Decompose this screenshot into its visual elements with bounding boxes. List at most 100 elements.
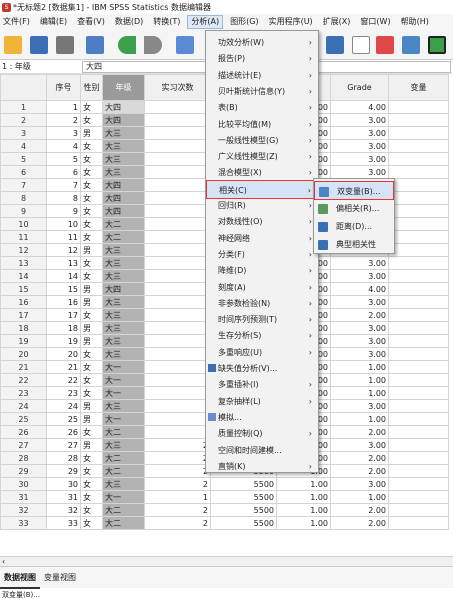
cell-gender[interactable]: 男 [80,321,103,335]
redo-icon[interactable] [144,36,162,54]
row-number[interactable]: 19 [0,334,47,348]
cell-grade-level[interactable]: 大一 [102,412,145,426]
cell-gender[interactable]: 女 [80,516,103,530]
cell-grade[interactable]: 3.00 [330,126,389,140]
cell-internships[interactable] [144,308,211,322]
cell-var[interactable] [388,243,449,257]
cell-grade[interactable]: 3.00 [330,438,389,452]
row-number[interactable]: 17 [0,308,47,322]
column-header-internships[interactable]: 实习次数 [144,74,211,101]
cell-id[interactable]: 32 [46,503,81,517]
row-number[interactable]: 10 [0,217,47,231]
dialog-recall-icon[interactable] [86,36,104,54]
cell-internships[interactable] [144,282,211,296]
cell-grade-level[interactable]: 大三 [102,477,145,491]
cell-var[interactable] [388,503,449,517]
print-icon[interactable] [56,36,74,54]
cell-gender[interactable]: 女 [80,139,103,153]
cell-var[interactable] [388,204,449,218]
cell-id[interactable]: 17 [46,308,81,322]
cell-var[interactable] [388,113,449,127]
cell-var[interactable] [388,100,449,114]
cell-hidden[interactable]: 5500 [210,490,277,504]
row-number[interactable]: 21 [0,360,47,374]
menu-edit[interactable]: 编辑(E) [37,15,70,29]
cell-grade-level[interactable]: 大三 [102,165,145,179]
cell-id[interactable]: 30 [46,477,81,491]
cell-internships[interactable] [144,243,211,257]
row-number[interactable]: 29 [0,464,47,478]
cell-internships[interactable] [144,100,211,114]
cell-grade-level[interactable]: 大三 [102,256,145,270]
cell-grade-level[interactable]: 大二 [102,217,145,231]
cell-id[interactable]: 9 [46,204,81,218]
cell-var[interactable] [388,516,449,530]
cell-grade[interactable]: 4.00 [330,282,389,296]
cell-hidden[interactable]: 5500 [210,516,277,530]
tab-variable-view[interactable]: 变量视图 [40,567,80,589]
cell-gender[interactable]: 女 [80,464,103,478]
row-number[interactable]: 4 [0,139,47,153]
cell-grade[interactable]: 3.00 [330,152,389,166]
cell-gender[interactable]: 男 [80,399,103,413]
cell-var[interactable] [388,139,449,153]
menu-help[interactable]: 帮助(H) [398,15,432,29]
cell-grade-level[interactable]: 大三 [102,347,145,361]
cell-grade-level[interactable]: 大三 [102,334,145,348]
cell-gender[interactable]: 女 [80,347,103,361]
correlate-menu-item[interactable]: 典型相关性 [314,235,394,254]
row-number[interactable]: 8 [0,191,47,205]
menu-data[interactable]: 数据(D) [112,15,146,29]
cell-grade-level[interactable]: 大四 [102,191,145,205]
row-number[interactable]: 1 [0,100,47,114]
cell-grade[interactable]: 3.00 [330,269,389,283]
cell-internships[interactable] [144,152,211,166]
cell-grade-level[interactable]: 大四 [102,282,145,296]
horizontal-scrollbar[interactable]: ‹ [0,556,453,566]
scroll-left-icon[interactable]: ‹ [2,557,5,566]
column-header-grade[interactable]: Grade [330,74,389,101]
menu-view[interactable]: 查看(V) [74,15,108,29]
cell-grade[interactable]: 2.00 [330,464,389,478]
cell-var[interactable] [388,438,449,452]
row-number[interactable]: 7 [0,178,47,192]
cell-id[interactable]: 13 [46,256,81,270]
cell-grade[interactable]: 2.00 [330,516,389,530]
cell-gender[interactable]: 女 [80,308,103,322]
cell-gender[interactable]: 女 [80,490,103,504]
use-variable-sets-icon[interactable] [428,36,446,54]
cell-grade-level[interactable]: 大一 [102,360,145,374]
cell-var[interactable] [388,178,449,192]
row-number[interactable]: 31 [0,490,47,504]
menu-utilities[interactable]: 实用程序(U) [266,15,316,29]
cell-internships[interactable] [144,191,211,205]
row-number[interactable]: 23 [0,386,47,400]
cell-grade[interactable]: 1.00 [330,412,389,426]
cell-var[interactable] [388,230,449,244]
cell-var[interactable] [388,399,449,413]
cell-grade[interactable]: 1.00 [330,386,389,400]
cell-gender[interactable]: 女 [80,165,103,179]
cell-grade[interactable]: 3.00 [330,399,389,413]
open-folder-icon[interactable] [4,36,22,54]
cell-grade-level[interactable]: 大三 [102,399,145,413]
cell-internships[interactable]: 2 [144,516,211,530]
cell-grade-level[interactable]: 大二 [102,503,145,517]
cell-grade-level[interactable]: 大二 [102,464,145,478]
cell-internships[interactable] [144,217,211,231]
cell-id[interactable]: 2 [46,113,81,127]
cell-id[interactable]: 18 [46,321,81,335]
cell-grade[interactable]: 3.00 [330,347,389,361]
cell-internships[interactable] [144,269,211,283]
cell-gender[interactable]: 男 [80,334,103,348]
cell-gender[interactable]: 男 [80,282,103,296]
cell-internships[interactable]: 1 [144,490,211,504]
cell-var[interactable] [388,334,449,348]
row-number[interactable]: 18 [0,321,47,335]
cell-id[interactable]: 25 [46,412,81,426]
save-icon[interactable] [30,36,48,54]
weight-cases-icon[interactable] [352,36,370,54]
menu-analyze[interactable]: 分析(A) [187,15,224,29]
row-number[interactable]: 32 [0,503,47,517]
cell-gender[interactable]: 女 [80,191,103,205]
